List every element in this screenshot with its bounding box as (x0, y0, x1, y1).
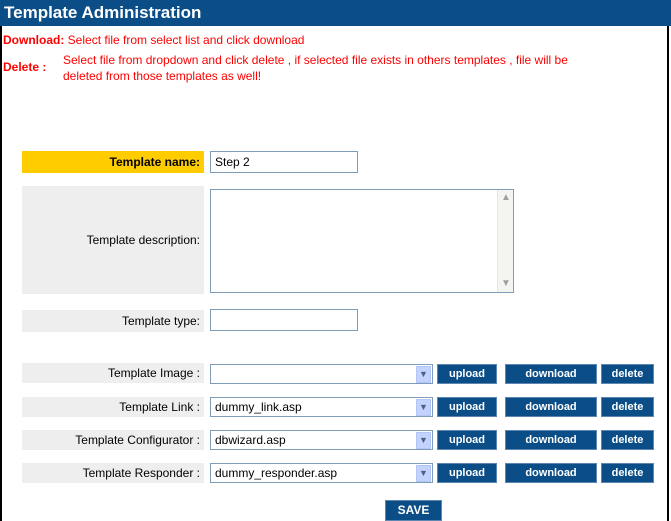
template-configurator-selected: dbwizard.asp (215, 433, 286, 447)
template-image-download-button[interactable]: download (505, 364, 597, 384)
template-type-input[interactable] (210, 309, 358, 331)
delete-notice-text-line1: Select file from dropdown and click dele… (63, 53, 568, 67)
chevron-down-icon[interactable]: ▼ (416, 399, 431, 416)
template-image-select[interactable]: ▼ (210, 364, 433, 384)
template-name-input[interactable]: Step 2 (210, 151, 358, 173)
template-link-upload-button[interactable]: upload (437, 397, 497, 417)
template-responder-label: Template Responder : (22, 463, 204, 483)
chevron-down-icon[interactable]: ▼ (416, 366, 431, 383)
template-link-label: Template Link : (22, 397, 204, 417)
template-link-delete-button[interactable]: delete (601, 397, 654, 417)
template-link-select[interactable]: dummy_link.asp ▼ (210, 397, 433, 417)
template-image-upload-button[interactable]: upload (437, 364, 497, 384)
template-responder-delete-button[interactable]: delete (601, 463, 654, 483)
template-type-label: Template type: (22, 310, 204, 332)
chevron-down-icon[interactable]: ▼ (416, 465, 431, 482)
template-configurator-upload-button[interactable]: upload (437, 430, 497, 450)
delete-notice-label: Delete : (3, 60, 47, 74)
download-notice: Download: Select file from select list a… (3, 33, 304, 47)
scroll-down-icon[interactable]: ▼ (500, 278, 512, 290)
template-link-download-button[interactable]: download (505, 397, 597, 417)
template-responder-download-button[interactable]: download (505, 463, 597, 483)
download-notice-label: Download: (3, 33, 65, 47)
template-description-value (211, 190, 513, 194)
template-image-label: Template Image : (22, 363, 204, 383)
template-responder-upload-button[interactable]: upload (437, 463, 497, 483)
template-configurator-delete-button[interactable]: delete (601, 430, 654, 450)
template-image-delete-button[interactable]: delete (601, 364, 654, 384)
textarea-scrollbar[interactable]: ▲ ▼ (497, 190, 513, 292)
template-name-label: Template name: (22, 151, 204, 173)
chevron-down-icon[interactable]: ▼ (416, 432, 431, 449)
template-responder-select[interactable]: dummy_responder.asp ▼ (210, 463, 433, 483)
save-button[interactable]: SAVE (385, 500, 442, 521)
template-description-textarea[interactable]: ▲ ▼ (210, 189, 514, 293)
template-link-selected: dummy_link.asp (215, 400, 302, 414)
download-notice-text: Select file from select list and click d… (67, 33, 305, 47)
scroll-up-icon[interactable]: ▲ (500, 192, 512, 204)
template-description-label: Template description: (22, 186, 204, 294)
template-configurator-select[interactable]: dbwizard.asp ▼ (210, 430, 433, 450)
template-responder-selected: dummy_responder.asp (215, 466, 338, 480)
template-configurator-label: Template Configurator : (22, 430, 204, 450)
page-title: Template Administration (0, 0, 671, 26)
delete-notice-text-line2: deleted from those templates as well! (63, 69, 262, 83)
template-configurator-download-button[interactable]: download (505, 430, 597, 450)
